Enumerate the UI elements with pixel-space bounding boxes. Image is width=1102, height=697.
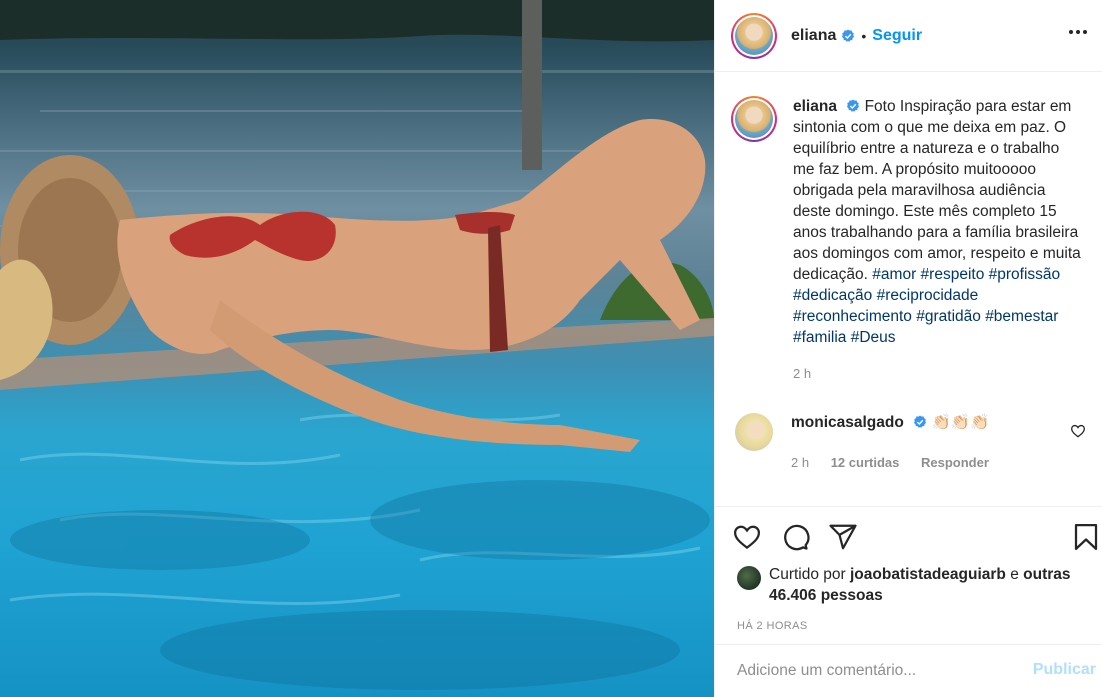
comment-body: monicasalgado 👏🏻👏🏻👏🏻 2 h 12 curtidas Res… <box>791 413 1007 470</box>
caption-text: Foto Inspiração para estar em sintonia c… <box>793 98 1081 283</box>
header-dot: • <box>861 27 867 44</box>
post-actions-bar <box>715 506 1102 564</box>
caption-username[interactable]: eliana <box>793 98 837 115</box>
likes-prefix: Curtido por <box>769 566 846 583</box>
post-timestamp[interactable]: HÁ 2 HORAS <box>715 608 1102 644</box>
hashtag-link[interactable]: #profissão <box>989 266 1061 283</box>
author-avatar[interactable] <box>731 12 777 59</box>
follow-button[interactable]: Seguir <box>872 27 922 45</box>
comment-meta: 2 h 12 curtidas Responder <box>791 455 1007 470</box>
caption-author-avatar[interactable] <box>731 96 777 142</box>
comment-likes-count[interactable]: 12 curtidas <box>831 455 900 470</box>
liker-avatar[interactable] <box>737 566 761 590</box>
post-photo[interactable] <box>0 0 714 697</box>
hashtag-link[interactable]: #bemestar <box>985 308 1058 325</box>
likes-connector: e <box>1010 566 1019 583</box>
hashtag-link[interactable]: #Deus <box>851 329 896 346</box>
comment-text: 👏🏻👏🏻👏🏻 <box>931 414 990 431</box>
hashtag-link[interactable]: #reconhecimento <box>793 308 912 325</box>
paper-plane-icon[interactable] <box>827 521 859 553</box>
comment-heart-icon[interactable] <box>1070 423 1086 439</box>
author-avatar-image <box>735 16 773 55</box>
commenter-username[interactable]: monicasalgado <box>791 414 904 431</box>
hashtag-link[interactable]: #amor <box>872 266 916 283</box>
more-options-icon[interactable] <box>1064 18 1092 46</box>
instagram-post: eliana • Seguir eliana Foto Inspiração p… <box>0 0 1102 697</box>
commenter-avatar[interactable] <box>735 413 773 451</box>
post-header: eliana • Seguir <box>715 0 1102 72</box>
author-username[interactable]: eliana <box>791 27 836 45</box>
likes-summary: Curtido por joaobatistadeaguiarb e outra… <box>715 564 1102 608</box>
hashtag-link[interactable]: #respeito <box>921 266 985 283</box>
pool-scene-illustration <box>0 0 714 690</box>
verified-badge-icon <box>847 99 860 112</box>
verified-badge-icon <box>914 415 927 428</box>
add-comment-bar: Publicar <box>715 644 1102 697</box>
bookmark-icon[interactable] <box>1070 521 1102 553</box>
publish-button[interactable]: Publicar <box>1033 661 1096 679</box>
liker-username[interactable]: joaobatistadeaguiarb <box>850 566 1006 583</box>
verified-badge-icon <box>842 28 855 42</box>
caption-author-avatar-image <box>735 100 773 138</box>
likes-text: Curtido por joaobatistadeaguiarb e outra… <box>769 564 1086 606</box>
comments-area: eliana Foto Inspiração para estar em sin… <box>715 72 1102 506</box>
hashtag-link[interactable]: #dedicação <box>793 287 872 304</box>
comment-text-line: monicasalgado 👏🏻👏🏻👏🏻 <box>791 413 1007 433</box>
post-sidebar: eliana • Seguir eliana Foto Inspiração p… <box>714 0 1102 697</box>
caption-text-block: eliana Foto Inspiração para estar em sin… <box>793 96 1083 348</box>
hashtag-link[interactable]: #reciprocidade <box>877 287 979 304</box>
comment-input[interactable] <box>737 662 1027 680</box>
comment-time[interactable]: 2 h <box>791 455 809 470</box>
reply-button[interactable]: Responder <box>921 455 989 470</box>
caption-timestamp[interactable]: 2 h <box>793 366 1086 381</box>
hashtag-link[interactable]: #gratidão <box>916 308 981 325</box>
hashtag-link[interactable]: #familia <box>793 329 846 346</box>
comment-item: monicasalgado 👏🏻👏🏻👏🏻 2 h 12 curtidas Res… <box>731 413 1086 470</box>
post-caption: eliana Foto Inspiração para estar em sin… <box>731 96 1086 348</box>
comment-bubble-icon[interactable] <box>779 521 811 553</box>
heart-icon[interactable] <box>731 521 763 553</box>
